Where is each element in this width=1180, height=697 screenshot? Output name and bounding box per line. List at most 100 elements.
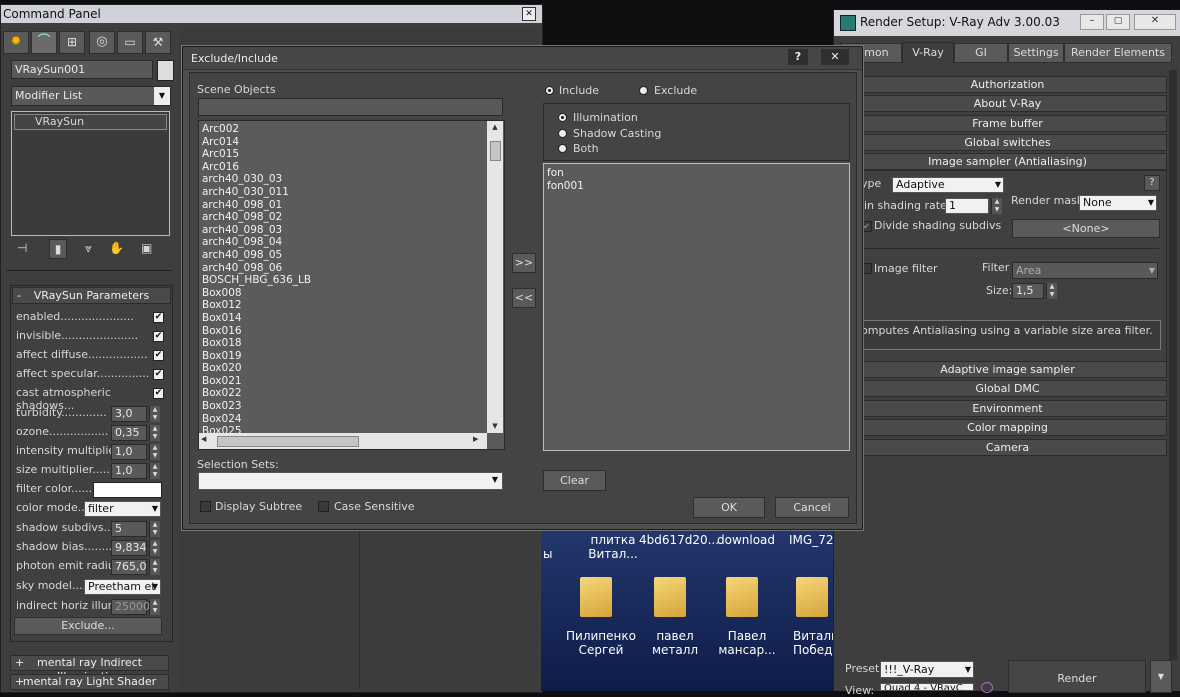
list-item[interactable]: Arc015 xyxy=(202,148,482,161)
tab-render-elements[interactable]: Render Elements xyxy=(1064,43,1172,63)
desktop-folder[interactable]: Павел мансар... xyxy=(717,577,777,677)
hierarchy-tab-icon[interactable]: ⊞ xyxy=(59,31,85,54)
list-item[interactable]: Box020 xyxy=(202,362,482,375)
create-tab-icon[interactable]: ✹ xyxy=(3,31,29,54)
list-item[interactable]: arch40_030_03 xyxy=(202,173,482,186)
list-item[interactable]: Box018 xyxy=(202,337,482,350)
spinner-input[interactable]: 1,0 xyxy=(111,463,147,479)
list-item[interactable]: Box016 xyxy=(202,325,482,338)
list-item[interactable]: arch40_098_06 xyxy=(202,262,482,275)
included-objects-list[interactable]: fon fon001 xyxy=(543,163,850,451)
motion-tab-icon[interactable]: ◎ xyxy=(89,31,115,54)
rollout-image-sampler[interactable]: Image sampler (Antialiasing) xyxy=(848,153,1167,170)
close-icon[interactable]: ✕ xyxy=(1134,14,1176,30)
vertical-scrollbar[interactable]: ▲ ▼ xyxy=(487,121,503,433)
rollout-adaptive-sampler[interactable]: Adaptive image sampler xyxy=(848,361,1167,378)
list-item[interactable]: arch40_098_05 xyxy=(202,249,482,262)
spinner-input[interactable]: 9,834 xyxy=(111,540,147,556)
list-item[interactable]: Box024 xyxy=(202,413,482,426)
rollout-environment[interactable]: Environment xyxy=(848,400,1167,417)
render-button[interactable]: Render xyxy=(1008,660,1146,693)
list-item[interactable]: Box022 xyxy=(202,387,482,400)
pin-stack-icon[interactable]: ⊣ xyxy=(17,241,27,255)
rollout-camera[interactable]: Camera xyxy=(848,439,1167,456)
rollout-authorization[interactable]: Authorization xyxy=(848,76,1167,93)
scroll-down-icon[interactable]: ▼ xyxy=(487,420,503,432)
rollout-global-switches[interactable]: Global switches xyxy=(848,134,1167,151)
color-mode-dropdown[interactable]: filter ▼ xyxy=(84,501,161,517)
desktop-label[interactable]: download xyxy=(711,533,781,547)
tab-vray[interactable]: V-Ray xyxy=(902,42,954,64)
spinner-arrows-icon[interactable]: ▲ ▼ xyxy=(149,463,160,479)
list-item[interactable]: Box014 xyxy=(202,312,482,325)
utilities-tab-icon[interactable]: ⚒ xyxy=(145,31,171,54)
spinner-arrows-icon[interactable]: ▲ ▼ xyxy=(149,521,160,537)
rollout-frame-buffer[interactable]: Frame buffer xyxy=(848,115,1167,132)
exclude-button[interactable]: Exclude... xyxy=(14,617,162,635)
none-button[interactable]: <None> xyxy=(1012,219,1160,238)
render-mask-dropdown[interactable]: None ▼ xyxy=(1079,195,1157,211)
remove-modifier-icon[interactable]: ✋ xyxy=(109,241,124,255)
min-shading-input[interactable]: 1 xyxy=(945,198,989,214)
list-item[interactable]: Arc014 xyxy=(202,136,482,149)
desktop-label[interactable]: IMG_72 xyxy=(789,533,833,547)
both-radio[interactable] xyxy=(558,144,567,153)
param-checkbox[interactable]: ✔ xyxy=(153,331,164,342)
sky-model-dropdown[interactable]: Preetham et ▼ xyxy=(84,579,161,595)
object-color-swatch[interactable] xyxy=(157,60,174,81)
spinner-arrows-icon[interactable]: ▲ ▼ xyxy=(149,406,160,422)
move-right-button[interactable]: >> xyxy=(512,253,536,273)
spinner-input[interactable]: 0,35 xyxy=(111,425,147,441)
spinner-arrows-icon[interactable]: ▲ ▼ xyxy=(991,198,1002,214)
list-item[interactable]: Box023 xyxy=(202,400,482,413)
desktop-label[interactable]: 4bd617d20... xyxy=(639,533,719,547)
render-options-button[interactable]: ▼ xyxy=(1150,660,1172,693)
dialog-close-button[interactable]: ✕ xyxy=(821,49,849,65)
scroll-right-icon[interactable]: ▶ xyxy=(473,435,478,443)
filter-dropdown[interactable]: Area ▼ xyxy=(1012,262,1158,279)
close-icon[interactable]: ✕ xyxy=(522,7,536,21)
help-button[interactable]: ? xyxy=(1144,175,1160,191)
vraysun-params-header[interactable]: - VRaySun Parameters xyxy=(12,287,171,304)
make-unique-icon[interactable]: ⩔ xyxy=(85,241,92,256)
tab-gi[interactable]: GI xyxy=(954,43,1008,63)
configure-sets-icon[interactable]: ▣ xyxy=(141,241,152,255)
scroll-thumb[interactable] xyxy=(490,141,501,161)
list-item[interactable]: BOSCH_HBG_636_LB xyxy=(202,274,482,287)
move-left-button[interactable]: << xyxy=(512,288,536,308)
scrollbar[interactable] xyxy=(1169,70,1177,660)
view-dropdown[interactable]: Quad 4 - VRayC xyxy=(880,683,974,691)
scroll-up-icon[interactable]: ▲ xyxy=(487,121,503,133)
modify-tab-icon[interactable]: ⌒ xyxy=(31,31,57,54)
list-item[interactable]: arch40_030_011 xyxy=(202,186,482,199)
spinner-arrows-icon[interactable]: ▲ ▼ xyxy=(149,540,160,556)
cancel-button[interactable]: Cancel xyxy=(775,497,849,518)
type-dropdown[interactable]: Adaptive ▼ xyxy=(892,177,1004,193)
rollout-mr-light-shader[interactable]: + mental ray Light Shader xyxy=(10,674,169,690)
spinner-input[interactable]: 3,0 xyxy=(111,406,147,422)
desktop-folder[interactable]: павел металл xyxy=(645,577,705,677)
param-checkbox[interactable]: ✔ xyxy=(153,388,164,399)
desktop-folder[interactable]: Витали Побед xyxy=(787,577,833,677)
scroll-left-icon[interactable]: ◀ xyxy=(201,435,206,443)
rollout-about-vray[interactable]: About V-Ray xyxy=(848,95,1167,112)
spinner-arrows-icon[interactable]: ▲ ▼ xyxy=(149,599,160,615)
spinner-arrows-icon[interactable]: ▲ ▼ xyxy=(149,425,160,441)
list-item[interactable]: fon001 xyxy=(547,180,849,193)
param-checkbox[interactable]: ✔ xyxy=(153,312,164,323)
list-item[interactable]: fon xyxy=(547,167,849,180)
exclude-radio[interactable] xyxy=(639,86,648,95)
shadow-casting-radio[interactable] xyxy=(558,129,567,138)
list-item[interactable]: arch40_098_03 xyxy=(202,224,482,237)
maximize-icon[interactable]: ▢ xyxy=(1106,14,1130,30)
display-tab-icon[interactable]: ▭ xyxy=(117,31,143,54)
lock-view-icon[interactable] xyxy=(981,682,993,693)
help-button[interactable]: ? xyxy=(788,49,808,65)
filter-color-swatch[interactable] xyxy=(93,482,162,498)
horizontal-scrollbar[interactable]: ◀ ▶ xyxy=(199,433,487,449)
list-item[interactable]: Box008 xyxy=(202,287,482,300)
modifier-list-dropdown[interactable]: Modifier List ▼ xyxy=(11,86,171,106)
spinner-arrows-icon[interactable]: ▲ ▼ xyxy=(149,559,160,575)
list-item[interactable]: arch40_098_02 xyxy=(202,211,482,224)
spinner-input[interactable]: 1,0 xyxy=(111,444,147,460)
